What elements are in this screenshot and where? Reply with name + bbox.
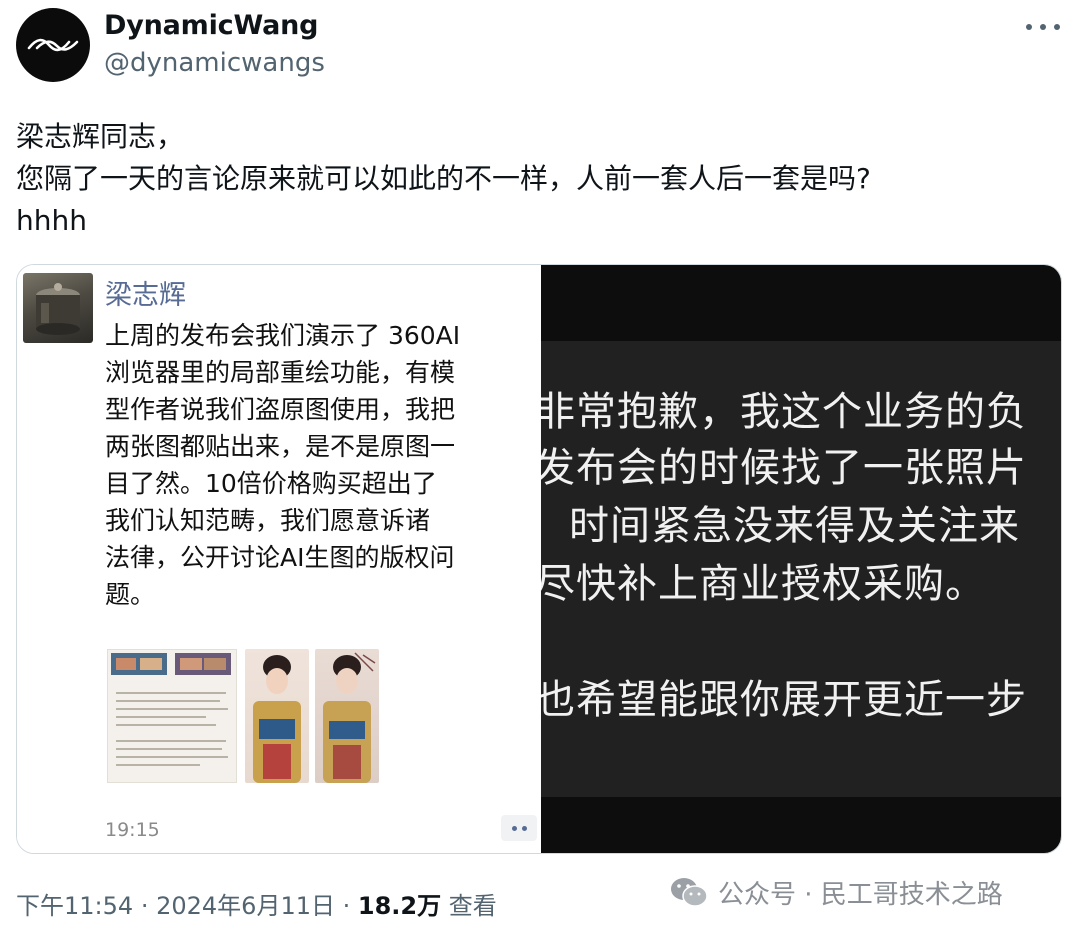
watermark: 公众号 · 民工哥技术之路 <box>670 872 1003 912</box>
moments-timestamp: 19:15 <box>105 819 160 841</box>
moments-screenshot[interactable]: 梁志辉 上周的发布会我们演示了 360AI 浏览器里的局部重绘功能，有模 型作者… <box>17 265 541 853</box>
brand-logo-icon <box>27 38 79 52</box>
tweet-text: 梁志辉同志， 您隔了一天的言论原来就可以如此的不一样，人前一套人后一套是吗? h… <box>16 116 1056 242</box>
moments-author-name[interactable]: 梁志辉 <box>105 273 186 312</box>
moments-post-text: 上周的发布会我们演示了 360AI 浏览器里的局部重绘功能，有模 型作者说我们盗… <box>105 317 535 613</box>
tweet-time[interactable]: 下午11:54 <box>16 892 133 920</box>
more-dot-icon <box>1054 24 1060 30</box>
tweet-line: 梁志辉同志， <box>16 120 185 153</box>
author-avatar[interactable] <box>16 8 90 82</box>
apology-line: 也希望能跟你展开更近一步 <box>541 677 1027 723</box>
moments-text-line: 法律，公开讨论AI生图的版权问 <box>105 543 455 572</box>
apology-line: 发布会的时候找了一张照片 <box>541 445 1027 491</box>
meta-separator: · <box>342 892 351 920</box>
moments-text-line: 目了然。10倍价格购买超出了 <box>105 469 437 498</box>
views-label: 查看 <box>448 892 497 920</box>
pot-image-icon <box>36 283 80 335</box>
tweet-line: 您隔了一天的言论原来就可以如此的不一样，人前一套人后一套是吗? <box>16 162 871 195</box>
wechat-icon <box>671 878 708 907</box>
author-display-name[interactable]: DynamicWang <box>104 10 318 41</box>
tweet-date[interactable]: 2024年6月11日 <box>156 892 335 920</box>
more-options-button[interactable] <box>1026 12 1060 42</box>
apology-message-area: 非常抱歉，我这个业务的负 发布会的时候找了一张照片 时间紧急没来得及关注来 尽快… <box>541 341 1061 797</box>
more-dot-icon <box>1040 24 1046 30</box>
tweet-meta: 下午11:54 · 2024年6月11日 · 18.2万 查看 <box>16 886 497 921</box>
apology-line: 非常抱歉，我这个业务的负 <box>541 389 1027 435</box>
tweet-line: hhhh <box>16 204 87 237</box>
portrait-thumbnail[interactable] <box>245 649 309 783</box>
moments-text-line: 我们认知范畴，我们愿意诉诸 <box>105 506 431 535</box>
views-count: 18.2万 <box>357 892 442 920</box>
moments-text-line: 两张图都贴出来，是不是原图一 <box>105 432 456 461</box>
portrait-thumbnail[interactable] <box>315 649 379 783</box>
moments-comment-button[interactable] <box>501 815 537 841</box>
moments-text-line: 浏览器里的局部重绘功能，有模 <box>105 358 456 387</box>
more-dot-icon <box>1026 24 1032 30</box>
watermark-text: 公众号 · 民工哥技术之路 <box>718 879 1003 910</box>
document-thumbnail[interactable] <box>107 649 237 783</box>
meta-separator: · <box>140 892 149 920</box>
apology-line: 尽快补上商业授权采购。 <box>541 561 986 607</box>
author-handle[interactable]: @dynamicwangs <box>104 48 325 78</box>
action-dot-icon <box>521 825 527 831</box>
moments-avatar <box>23 273 93 343</box>
action-dot-icon <box>511 825 517 831</box>
moments-text-line: 型作者说我们盗原图使用，我把 <box>105 395 456 424</box>
tweet-media-card[interactable]: 梁志辉 上周的发布会我们演示了 360AI 浏览器里的局部重绘功能，有模 型作者… <box>16 264 1062 854</box>
apology-line: 时间紧急没来得及关注来 <box>569 503 1020 549</box>
moments-text-line: 上周的发布会我们演示了 360AI <box>105 321 461 350</box>
apology-screenshot[interactable]: 非常抱歉，我这个业务的负 发布会的时候找了一张照片 时间紧急没来得及关注来 尽快… <box>541 265 1061 853</box>
moments-text-line: 题。 <box>105 580 156 609</box>
